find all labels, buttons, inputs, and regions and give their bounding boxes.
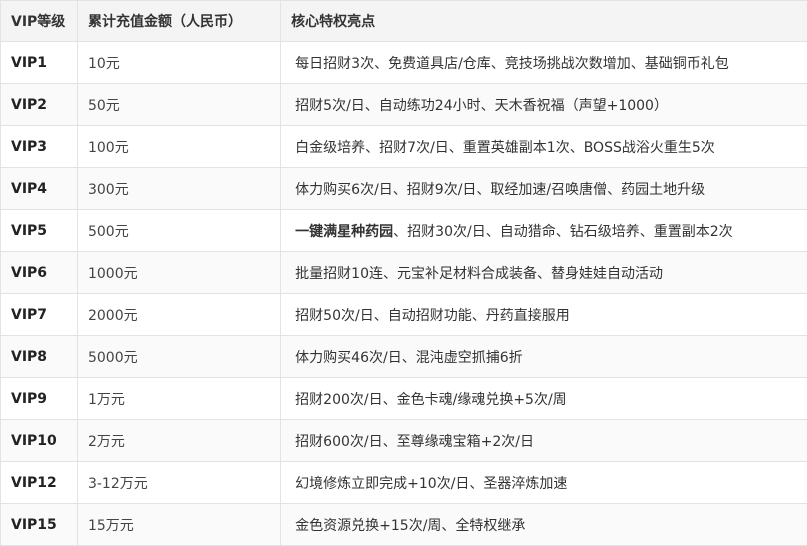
vip-level-cell: VIP9 (1, 378, 78, 420)
recharge-amount-cell: 15万元 (77, 504, 280, 546)
table-body: VIP1 10元 每日招财3次、免费道具店/仓库、竞技场挑战次数增加、基础铜币礼… (1, 42, 807, 546)
vip-level-cell: VIP7 (1, 294, 78, 336)
header-row: VIP等级 累计充值金额（人民币） 核心特权亮点 (1, 1, 807, 42)
vip-privileges-table: VIP等级 累计充值金额（人民币） 核心特权亮点 VIP1 10元 每日招财3次… (0, 0, 807, 546)
privileges-text: 体力购买6次/日、招财9次/日、取经加速/召唤唐僧、药园土地升级 (295, 182, 705, 198)
header-vip-level: VIP等级 (1, 1, 78, 42)
recharge-amount-cell: 1万元 (77, 378, 280, 420)
table-row: VIP8 5000元 体力购买46次/日、混沌虚空抓捕6折 (1, 336, 807, 378)
vip-level-cell: VIP1 (1, 42, 78, 84)
privileges-cell: 体力购买6次/日、招财9次/日、取经加速/召唤唐僧、药园土地升级 (281, 168, 807, 210)
vip-level-cell: VIP12 (1, 462, 78, 504)
recharge-amount-cell: 2万元 (77, 420, 280, 462)
header-core-privileges: 核心特权亮点 (281, 1, 807, 42)
privileges-cell: 招财200次/日、金色卡魂/缘魂兑换+5次/周 (281, 378, 807, 420)
recharge-amount-cell: 500元 (77, 210, 280, 252)
table-header: VIP等级 累计充值金额（人民币） 核心特权亮点 (1, 1, 807, 42)
vip-level-cell: VIP6 (1, 252, 78, 294)
table-row: VIP3 100元 白金级培养、招财7次/日、重置英雄副本1次、BOSS战浴火重… (1, 126, 807, 168)
recharge-amount-cell: 2000元 (77, 294, 280, 336)
table-row: VIP6 1000元 批量招财10连、元宝补足材料合成装备、替身娃娃自动活动 (1, 252, 807, 294)
table-row: VIP5 500元 一键满星种药园、招财30次/日、自动猎命、钻石级培养、重置副… (1, 210, 807, 252)
privileges-text: 招财200次/日、金色卡魂/缘魂兑换+5次/周 (295, 392, 567, 408)
table-row: VIP15 15万元 金色资源兑换+15次/周、全特权继承 (1, 504, 807, 546)
privileges-cell: 招财5次/日、自动练功24小时、天木香祝福（声望+1000） (281, 84, 807, 126)
privileges-text: 招财50次/日、自动招财功能、丹药直接服用 (295, 308, 570, 324)
header-recharge-amount: 累计充值金额（人民币） (77, 1, 280, 42)
recharge-amount-cell: 1000元 (77, 252, 280, 294)
privileges-text: 白金级培养、招财7次/日、重置英雄副本1次、BOSS战浴火重生5次 (295, 140, 715, 156)
privileges-text: 幻境修炼立即完成+10次/日、圣器淬炼加速 (295, 476, 567, 492)
recharge-amount-cell: 50元 (77, 84, 280, 126)
table-row: VIP4 300元 体力购买6次/日、招财9次/日、取经加速/召唤唐僧、药园土地… (1, 168, 807, 210)
table-row: VIP10 2万元 招财600次/日、至尊缘魂宝箱+2次/日 (1, 420, 807, 462)
table-row: VIP7 2000元 招财50次/日、自动招财功能、丹药直接服用 (1, 294, 807, 336)
privileges-text: 、招财30次/日、自动猎命、钻石级培养、重置副本2次 (393, 224, 732, 240)
recharge-amount-cell: 3-12万元 (77, 462, 280, 504)
recharge-amount-cell: 10元 (77, 42, 280, 84)
privileges-text: 批量招财10连、元宝补足材料合成装备、替身娃娃自动活动 (295, 266, 663, 282)
table-row: VIP1 10元 每日招财3次、免费道具店/仓库、竞技场挑战次数增加、基础铜币礼… (1, 42, 807, 84)
privileges-cell: 一键满星种药园、招财30次/日、自动猎命、钻石级培养、重置副本2次 (281, 210, 807, 252)
privileges-cell: 金色资源兑换+15次/周、全特权继承 (281, 504, 807, 546)
privileges-cell: 每日招财3次、免费道具店/仓库、竞技场挑战次数增加、基础铜币礼包 (281, 42, 807, 84)
privileges-text: 招财5次/日、自动练功24小时、天木香祝福（声望+1000） (295, 98, 668, 114)
recharge-amount-cell: 5000元 (77, 336, 280, 378)
vip-level-cell: VIP8 (1, 336, 78, 378)
privileges-text: 体力购买46次/日、混沌虚空抓捕6折 (295, 350, 522, 366)
privileges-cell: 招财600次/日、至尊缘魂宝箱+2次/日 (281, 420, 807, 462)
privileges-highlight: 一键满星种药园 (295, 224, 393, 240)
table-row: VIP2 50元 招财5次/日、自动练功24小时、天木香祝福（声望+1000） (1, 84, 807, 126)
privileges-cell: 白金级培养、招财7次/日、重置英雄副本1次、BOSS战浴火重生5次 (281, 126, 807, 168)
vip-level-cell: VIP10 (1, 420, 78, 462)
vip-level-cell: VIP5 (1, 210, 78, 252)
recharge-amount-cell: 100元 (77, 126, 280, 168)
vip-level-cell: VIP4 (1, 168, 78, 210)
table-row: VIP12 3-12万元 幻境修炼立即完成+10次/日、圣器淬炼加速 (1, 462, 807, 504)
privileges-cell: 体力购买46次/日、混沌虚空抓捕6折 (281, 336, 807, 378)
privileges-text: 金色资源兑换+15次/周、全特权继承 (295, 518, 525, 534)
recharge-amount-cell: 300元 (77, 168, 280, 210)
privileges-cell: 幻境修炼立即完成+10次/日、圣器淬炼加速 (281, 462, 807, 504)
vip-level-cell: VIP15 (1, 504, 78, 546)
vip-level-cell: VIP2 (1, 84, 78, 126)
privileges-text: 招财600次/日、至尊缘魂宝箱+2次/日 (295, 434, 534, 450)
vip-level-cell: VIP3 (1, 126, 78, 168)
privileges-text: 每日招财3次、免费道具店/仓库、竞技场挑战次数增加、基础铜币礼包 (295, 56, 729, 72)
privileges-cell: 招财50次/日、自动招财功能、丹药直接服用 (281, 294, 807, 336)
table-row: VIP9 1万元 招财200次/日、金色卡魂/缘魂兑换+5次/周 (1, 378, 807, 420)
privileges-cell: 批量招财10连、元宝补足材料合成装备、替身娃娃自动活动 (281, 252, 807, 294)
